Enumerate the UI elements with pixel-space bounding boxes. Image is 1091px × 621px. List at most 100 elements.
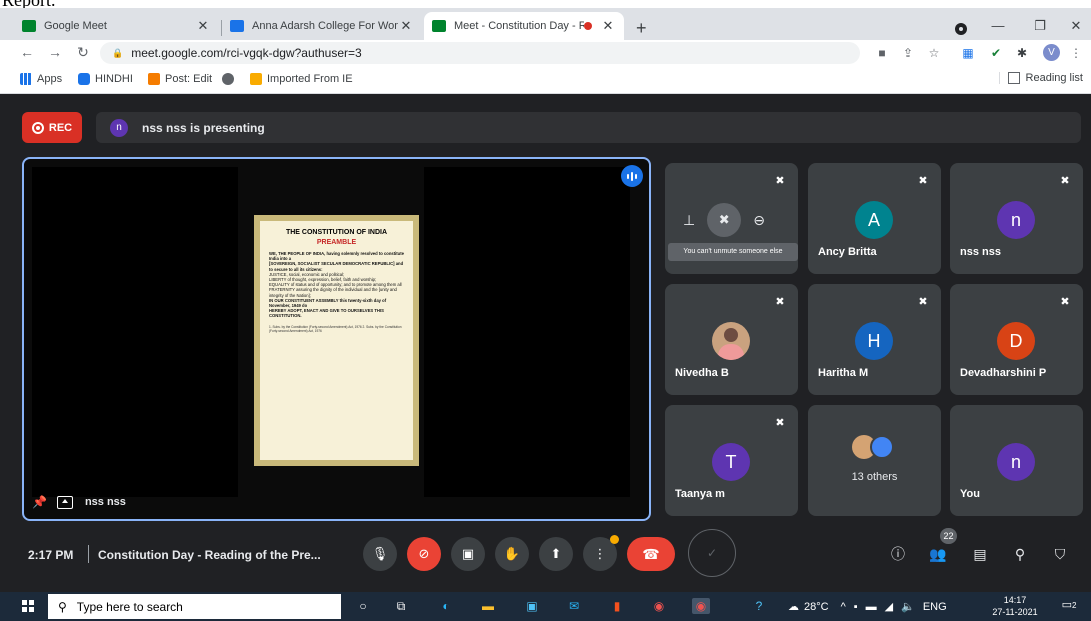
tab-anna-adarsh[interactable]: Anna Adarsh College For Women ✕	[222, 12, 422, 40]
participant-tile[interactable]: ✖ D Devadharshini P	[950, 284, 1083, 395]
participant-tile[interactable]: ✖ n nss nss	[950, 163, 1083, 274]
taskbar-search-input[interactable]: ⚲ Type here to search	[48, 594, 341, 619]
bookmark-globe[interactable]	[222, 73, 239, 85]
leave-call-button[interactable]: ☎	[627, 537, 675, 571]
participant-name: Ancy Britta	[818, 246, 877, 258]
bookmark-folder-imported[interactable]: Imported From IE	[250, 73, 353, 85]
bookmark-apps[interactable]: Apps	[20, 73, 62, 85]
participant-tile[interactable]: ✖ H Haritha M	[808, 284, 941, 395]
tab-meet-constitution-day[interactable]: Meet - Constitution Day - Re ✕	[424, 12, 624, 40]
remove-icon[interactable]: ⊖	[753, 212, 765, 229]
mail-icon[interactable]: ✉	[565, 598, 583, 614]
windows-start-button[interactable]	[22, 600, 34, 612]
mic-off-icon: ✖	[1060, 296, 1070, 308]
mic-off-icon[interactable]: ✖	[707, 203, 742, 237]
cortana-icon[interactable]: ○	[354, 598, 372, 614]
task-view-icon[interactable]: ⧉	[392, 598, 410, 614]
people-count-badge: 22	[940, 528, 957, 544]
back-button[interactable]: ←	[18, 44, 36, 60]
host-controls-button[interactable]: ⛉	[1049, 543, 1071, 565]
raise-hand-button[interactable]: ✋	[495, 537, 529, 571]
restore-button[interactable]: ❐	[1030, 18, 1050, 34]
office-icon[interactable]: ▮	[608, 598, 626, 614]
extension-table-icon[interactable]: ▦	[960, 45, 976, 61]
pin-icon[interactable]: ⊥	[683, 212, 695, 229]
meeting-details-button[interactable]: ⓘ	[887, 543, 909, 565]
forward-button[interactable]: →	[46, 44, 64, 60]
record-icon	[31, 121, 44, 134]
pin-icon[interactable]: 📌	[32, 495, 47, 509]
chrome-active-icon[interactable]: ◉	[692, 598, 710, 614]
bookmark-star-icon[interactable]: ☆	[926, 45, 942, 61]
window-close-button[interactable]: ✕	[1066, 18, 1086, 34]
bookmark-hindhi[interactable]: HINDHI	[78, 73, 133, 85]
shield-lock-icon: ⛉	[1054, 546, 1066, 562]
reading-list-button[interactable]: Reading list	[998, 72, 1083, 84]
participant-tile[interactable]: ✖ Nivedha B	[665, 284, 798, 395]
self-tile[interactable]: n You	[950, 405, 1083, 516]
participant-name: Nivedha B	[675, 367, 729, 379]
participant-tile[interactable]: ✖ T Taanya m	[665, 405, 798, 516]
check-overlay-button[interactable]: ✓	[688, 529, 736, 577]
camera-off-button[interactable]: ⊘	[407, 537, 441, 571]
volume-icon[interactable]: 🔈	[901, 600, 915, 613]
extensions-puzzle-icon[interactable]: ✱	[1014, 45, 1030, 61]
chrome-icon[interactable]: ◉	[650, 598, 668, 614]
menu-kebab-icon[interactable]: ⋮	[1068, 45, 1084, 61]
help-icon[interactable]: ?	[750, 598, 768, 614]
presentation-margin-left	[32, 167, 238, 497]
close-icon[interactable]: ✕	[398, 18, 414, 34]
chat-button[interactable]: ▤	[969, 543, 991, 565]
present-now-button[interactable]: ⬆	[539, 537, 573, 571]
language-indicator[interactable]: ENG	[923, 601, 947, 613]
temperature[interactable]: 28°C	[804, 601, 829, 613]
preamble-document: THE CONSTITUTION OF INDIA PREAMBLE WE, T…	[254, 215, 419, 466]
account-circle-icon[interactable]	[955, 23, 967, 35]
battery-icon[interactable]: ▬	[866, 601, 877, 613]
search-placeholder: Type here to search	[76, 599, 183, 614]
avatar: D	[997, 322, 1035, 360]
microphone-button[interactable]: 🎙	[363, 537, 397, 571]
file-explorer-icon[interactable]: ▬	[479, 598, 497, 614]
chevron-up-icon[interactable]: ^	[841, 601, 846, 613]
wifi-icon[interactable]: ◢	[885, 600, 893, 613]
activities-button[interactable]: ⚲	[1009, 543, 1031, 565]
minimize-button[interactable]: —	[988, 18, 1008, 33]
presentation-tile-footer: 📌 nss nss	[32, 495, 126, 509]
participant-tile-hovered[interactable]: ✖ ⊥ ✖ ⊖ You can't unmute someone else	[665, 163, 798, 274]
captions-button[interactable]: ▣	[451, 537, 485, 571]
more-options-button[interactable]: ⋮	[583, 535, 619, 571]
weather-icon[interactable]: ☁	[788, 600, 799, 613]
document-line: IN OUR CONSTITUENT ASSEMBLY this twenty-…	[269, 297, 387, 309]
system-tray: ☁ 28°C ^ ▪ ▬ ◢ 🔈 ENG	[788, 592, 947, 621]
meeting-title: Constitution Day - Reading of the Pre...	[98, 548, 321, 562]
camera-icon[interactable]: ■	[874, 45, 890, 61]
address-bar[interactable]: 🔒 meet.google.com/rci-vgqk-dgw?authuser=…	[100, 42, 860, 64]
store-icon[interactable]: ▣	[523, 598, 541, 614]
presenter-avatar: n	[110, 118, 128, 137]
presentation-tile[interactable]: THE CONSTITUTION OF INDIA PREAMBLE WE, T…	[22, 157, 651, 521]
recording-badge[interactable]: REC	[22, 112, 82, 143]
share-icon[interactable]: ⇪	[900, 45, 916, 61]
mic-off-icon: ✖	[918, 296, 928, 308]
participant-tile[interactable]: ✖ A Ancy Britta	[808, 163, 941, 274]
close-icon[interactable]: ✕	[195, 18, 211, 34]
document-title: THE CONSTITUTION OF INDIA	[285, 229, 388, 236]
extension-check-icon[interactable]: ✔	[988, 45, 1004, 61]
clock-date: 27-11-2021	[992, 607, 1038, 617]
tab-google-meet[interactable]: Google Meet ✕	[14, 12, 219, 40]
tray-apps-icon[interactable]: ▪	[854, 601, 858, 613]
close-icon[interactable]: ✕	[600, 18, 616, 34]
edge-browser-icon[interactable]: ◐	[437, 598, 455, 614]
new-tab-button[interactable]: +	[636, 18, 647, 39]
captions-icon: ▣	[461, 546, 475, 561]
others-tile[interactable]: 13 others	[808, 405, 941, 516]
unmute-tooltip: You can't unmute someone else	[668, 243, 798, 261]
reload-button[interactable]: ↻	[74, 44, 92, 61]
taskbar-clock[interactable]: 14:17 27-11-2021	[990, 594, 1040, 618]
bookmark-post-edit[interactable]: Post: Edit	[148, 73, 212, 85]
profile-avatar[interactable]: V	[1043, 44, 1060, 61]
people-button[interactable]: 👥	[927, 543, 949, 565]
bookmark-site-icon	[78, 73, 90, 85]
notification-center-button[interactable]: ▭2	[1060, 598, 1078, 614]
